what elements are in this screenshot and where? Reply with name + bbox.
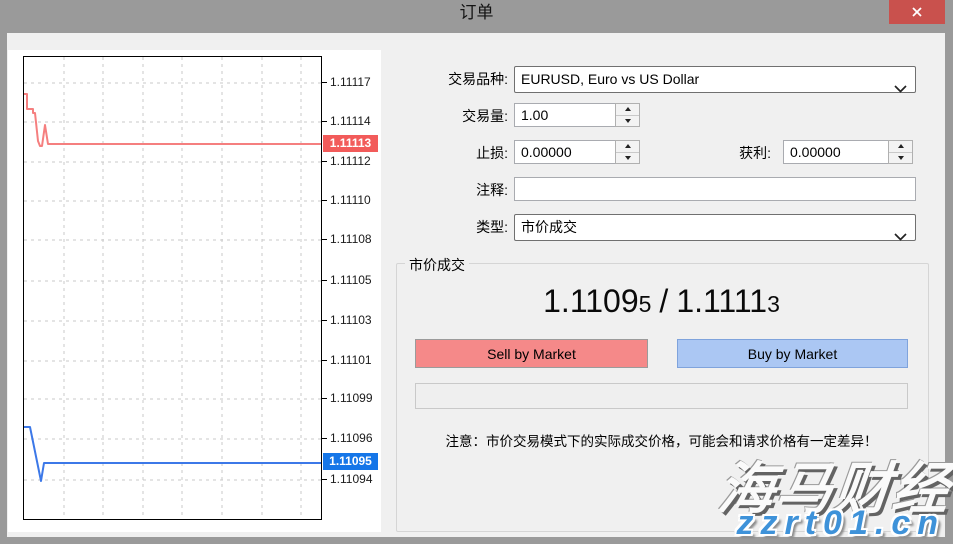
symbol-label: 交易品种: xyxy=(407,66,508,93)
tick-chart-canvas xyxy=(24,57,321,519)
volume-stepper[interactable] xyxy=(615,103,640,127)
comment-label: 注释: xyxy=(407,177,508,203)
ask-price-main: 1.1111 xyxy=(676,283,767,320)
chevron-down-icon xyxy=(894,76,907,101)
price-axis-label: 1.11096 xyxy=(322,430,373,446)
tick-chart xyxy=(23,56,322,520)
stoploss-field-wrap xyxy=(514,140,640,164)
price-axis-label: 1.11110 xyxy=(322,192,371,208)
ask-price-badge: 1.11113 xyxy=(323,135,378,152)
sell-by-market-button[interactable]: Sell by Market xyxy=(415,339,648,368)
bid-price-badge: 1.11095 xyxy=(323,453,378,470)
price-axis-label: 1.11101 xyxy=(322,352,372,368)
price-axis: 1.11113 1.11095 1.11117 1.11114 1.11112 1.1… xyxy=(322,56,382,520)
symbol-value: EURUSD, Euro vs US Dollar xyxy=(521,71,699,87)
close-button[interactable] xyxy=(889,0,945,24)
price-axis-label: 1.11117 xyxy=(322,74,371,90)
price-axis-label: 1.11114 xyxy=(322,113,371,129)
comment-input[interactable] xyxy=(514,177,916,201)
stepper-up-icon[interactable] xyxy=(889,141,912,153)
watermark-url: zzrt01.cn xyxy=(737,504,946,543)
takeprofit-label: 获利: xyxy=(697,140,771,166)
market-execution-group-label: 市价成交 xyxy=(405,255,469,275)
comment-field-wrap xyxy=(514,177,916,201)
chart-panel: 1.11113 1.11095 1.11117 1.11114 1.11112 1.1… xyxy=(8,50,381,532)
volume-label: 交易量: xyxy=(407,103,508,129)
price-axis-label: 1.11103 xyxy=(322,312,372,328)
quote-display: 1.11095/1.11113 xyxy=(396,283,927,327)
takeprofit-field-wrap xyxy=(783,140,913,164)
order-type-select[interactable]: 市价成交 xyxy=(514,214,916,241)
stoploss-stepper[interactable] xyxy=(615,140,640,164)
window-title: 订单 xyxy=(0,0,953,26)
chevron-down-icon xyxy=(894,224,907,249)
order-dialog: 订单 1.11113 1.11095 1.11117 1.11114 1.11112… xyxy=(0,0,953,544)
stoploss-label: 止损: xyxy=(407,140,508,166)
quote-separator: / xyxy=(651,283,676,320)
stepper-up-icon[interactable] xyxy=(616,104,639,116)
ask-price-last-digit: 3 xyxy=(767,291,780,318)
stepper-down-icon[interactable] xyxy=(889,153,912,164)
order-type-value: 市价成交 xyxy=(521,219,577,235)
price-axis-label: 1.11099 xyxy=(322,390,373,406)
price-axis-label: 1.11105 xyxy=(322,272,372,288)
price-axis-label: 1.11094 xyxy=(322,471,373,487)
order-type-label: 类型: xyxy=(407,214,508,241)
bid-price-last-digit: 5 xyxy=(639,291,652,318)
stepper-up-icon[interactable] xyxy=(616,141,639,153)
bid-price-main: 1.1109 xyxy=(543,283,639,320)
buy-by-market-button[interactable]: Buy by Market xyxy=(677,339,908,368)
title-bar: 订单 xyxy=(0,0,953,33)
symbol-select[interactable]: EURUSD, Euro vs US Dollar xyxy=(514,66,916,93)
close-icon xyxy=(911,6,923,18)
volume-field-wrap xyxy=(514,103,640,127)
price-axis-label: 1.11108 xyxy=(322,231,372,247)
stepper-down-icon[interactable] xyxy=(616,153,639,164)
execution-progress-bar xyxy=(415,383,908,409)
stepper-down-icon[interactable] xyxy=(616,116,639,127)
takeprofit-stepper[interactable] xyxy=(888,140,913,164)
price-axis-label: 1.11112 xyxy=(322,153,371,169)
